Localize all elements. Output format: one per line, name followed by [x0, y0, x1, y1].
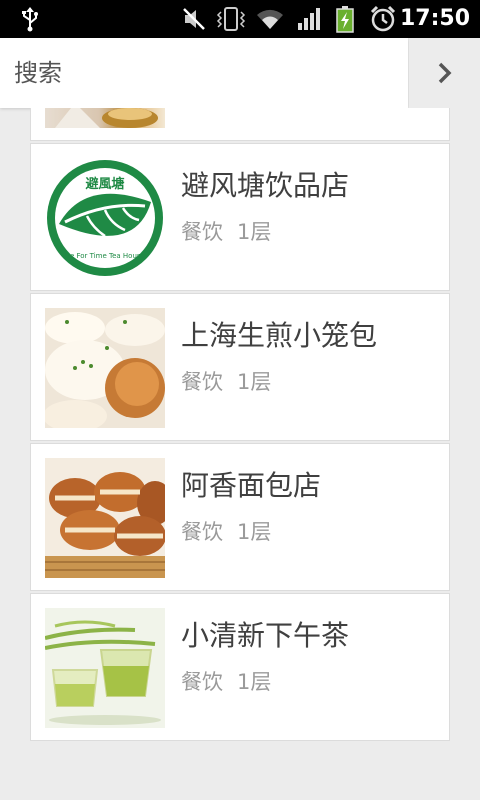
store-category: 餐饮: [181, 370, 223, 394]
store-thumbnail: [45, 608, 165, 728]
list-item[interactable]: 阿香面包店 餐饮 1层: [30, 443, 450, 591]
status-time: 17:50: [399, 6, 470, 31]
wifi-icon: [254, 0, 286, 38]
store-logo: 避風塘 Be For Time Tea House: [45, 158, 165, 278]
usb-icon: [16, 0, 44, 38]
search-bar: [0, 38, 408, 108]
store-meta: 餐饮 1层: [181, 666, 271, 696]
store-floor: 1层: [237, 520, 272, 544]
store-floor: 1层: [237, 370, 272, 394]
store-category: 餐饮: [181, 220, 223, 244]
store-category: 餐饮: [181, 520, 223, 544]
store-name: 小清新下午茶: [181, 619, 350, 652]
svg-text:避風塘: 避風塘: [85, 176, 124, 192]
store-name: 避风塘饮品店: [181, 169, 350, 202]
vibrate-icon: [214, 0, 248, 38]
tea-leaf-logo-icon: 避風塘 Be For Time Tea House: [47, 160, 163, 276]
store-name: 上海生煎小笼包: [181, 319, 378, 352]
store-meta: 餐饮 1层: [181, 516, 271, 546]
search-go-button[interactable]: [409, 38, 480, 108]
chevron-right-icon: [438, 62, 451, 84]
signal-icon: [294, 0, 324, 38]
alarm-icon: [368, 0, 398, 38]
store-thumbnail: [45, 458, 165, 578]
store-floor: 1层: [237, 220, 272, 244]
battery-charging-icon: [334, 0, 356, 38]
store-name: 阿香面包店: [181, 469, 322, 502]
list-item[interactable]: 避風塘 Be For Time Tea House 避风塘饮品店 餐饮 1层: [30, 143, 450, 291]
mute-icon: [180, 0, 208, 38]
store-meta: 餐饮 1层: [181, 366, 271, 396]
list-item[interactable]: [30, 108, 450, 141]
store-thumbnail: [45, 108, 165, 128]
store-thumbnail: [45, 308, 165, 428]
store-meta: 餐饮 1层: [181, 216, 271, 246]
store-floor: 1层: [237, 670, 272, 694]
store-list[interactable]: 避風塘 Be For Time Tea House 避风塘饮品店 餐饮 1层 上…: [30, 108, 450, 770]
list-item[interactable]: 上海生煎小笼包 餐饮 1层: [30, 293, 450, 441]
list-item[interactable]: 小清新下午茶 餐饮 1层: [30, 593, 450, 741]
status-bar: 17:50: [0, 0, 480, 38]
store-category: 餐饮: [181, 670, 223, 694]
logo-text: Be For Time Tea House: [65, 252, 145, 260]
search-input[interactable]: [14, 38, 394, 108]
list-bottom-edge: [0, 770, 480, 800]
